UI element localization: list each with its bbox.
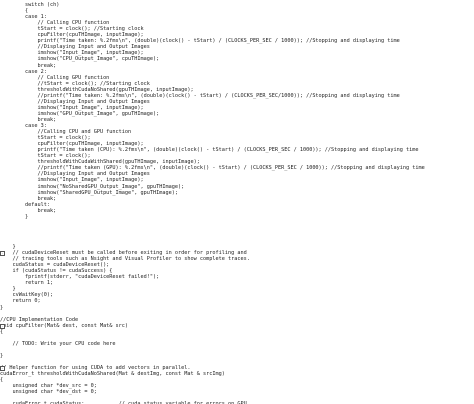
code-line: } bbox=[0, 304, 4, 311]
code-line: void cpuFilter(Mat& dest, const Mat& src… bbox=[0, 322, 129, 329]
code-line: } bbox=[0, 352, 4, 359]
fold-toggle-icon[interactable]: - bbox=[0, 251, 5, 257]
code-editor[interactable]: switch (ch) { case 1: // Calling CPU fun… bbox=[0, 0, 474, 404]
code-line: unsigned char *dev_dst = 0; bbox=[0, 389, 97, 396]
fold-toggle-icon[interactable]: - bbox=[0, 323, 5, 329]
fold-toggle-icon[interactable]: - bbox=[0, 366, 5, 371]
code-line: // TODO: Write your CPU code here bbox=[0, 340, 116, 347]
code-line: return 0; bbox=[0, 298, 41, 305]
code-line: { bbox=[0, 328, 4, 335]
code-line: cudaError_t thresholdWithCudaNoShared(Ma… bbox=[0, 371, 225, 378]
code-line: } bbox=[0, 213, 29, 220]
